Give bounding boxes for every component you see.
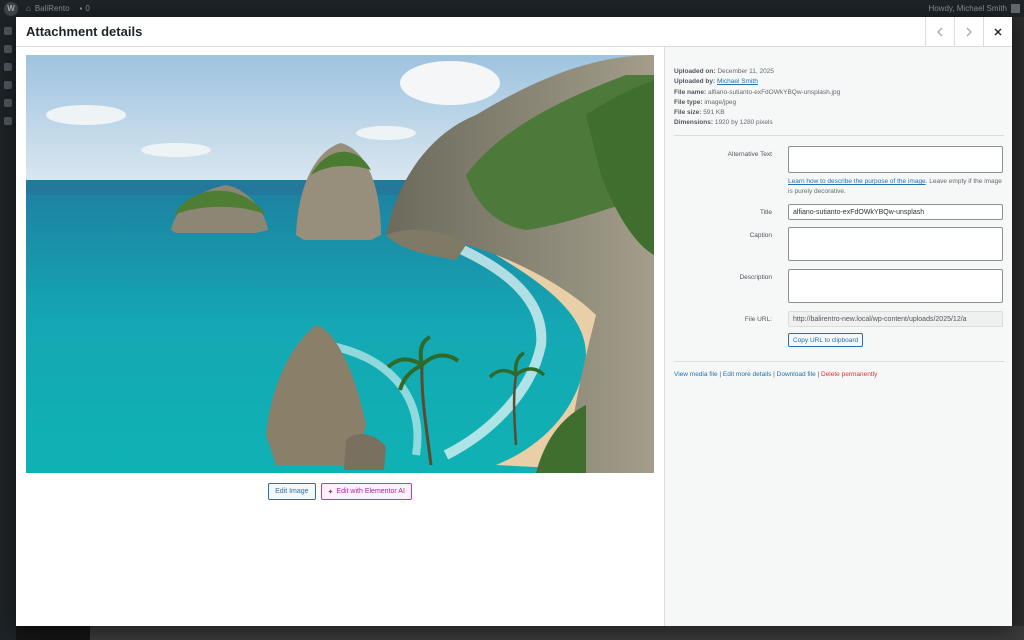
uploaded-on-label: Uploaded on: [674,68,716,75]
file-size-value: 591 KB [703,109,725,117]
image-preview-area: Edit Image ✦ Edit with Elementor AI [16,47,664,626]
file-size-label: File size: [674,109,702,117]
file-name-row: File name: alfiano-sutianto-exFdOWkYBQw-… [674,88,1004,98]
edit-ai-label: Edit with Elementor AI [336,488,405,495]
avatar [1011,4,1020,13]
file-type-value: image/jpeg [704,98,737,106]
dimensions-value: 1920 by 1280 pixels [714,119,773,127]
menu-icon[interactable] [4,81,12,89]
menu-icon[interactable] [4,45,12,53]
modal-header: Attachment details [16,17,1012,47]
attachment-image [26,55,654,473]
edit-more-details-link[interactable]: Edit more details [723,371,771,378]
menu-icon[interactable] [4,63,12,71]
title-label: Title [759,209,772,216]
home-icon: ⌂ [26,4,31,13]
uploader-link[interactable]: Michael Smith [717,78,758,85]
user-menu[interactable]: Howdy, Michael Smith [928,4,1020,13]
site-name-link[interactable]: ⌂ BaliRento [26,4,70,13]
image-actions: Edit Image ✦ Edit with Elementor AI [16,483,664,500]
file-name-value: alfiano-sutianto-exFdOWkYBQw-unsplash.jp… [707,88,841,96]
view-media-file-link[interactable]: View media file [674,371,718,378]
divider [674,361,1004,362]
admin-side-menu [0,17,16,640]
description-label: Description [739,274,772,281]
divider [674,135,1004,136]
uploaded-on-row: Uploaded on: December 11, 2025 [674,67,1004,77]
sparkle-icon: ✦ [327,488,334,496]
admin-bar: W ⌂ BaliRento ▪ 0 Howdy, Michael Smith [0,0,1024,17]
file-type-label: File type: [674,98,703,106]
comment-icon: ▪ [79,4,83,13]
uploaded-by-row: Uploaded by: Michael Smith [674,77,1004,87]
download-file-link[interactable]: Download file [777,371,816,378]
backdrop [16,626,90,640]
menu-icon[interactable] [4,99,12,107]
uploaded-on-value: December 11, 2025 [717,68,774,75]
previous-button[interactable] [925,17,954,47]
delete-permanently-link[interactable]: Delete permanently [821,371,877,378]
file-url-value: http://balirentro-new.local/wp-content/u… [793,315,967,323]
next-button[interactable] [954,17,983,47]
alt-text-field[interactable] [788,146,1003,173]
attachment-details-sidebar: Uploaded on: December 11, 2025 Uploaded … [664,47,1012,626]
howdy-text: Howdy, Michael Smith [928,4,1007,13]
file-size-row: File size: 591 KB [674,108,1004,118]
attachment-actions: View media file | Edit more details | Do… [674,371,877,378]
alt-text-help: Learn how to describe the purpose of the… [788,177,1003,197]
file-type-row: File type: image/jpeg [674,98,1004,108]
caption-textarea[interactable] [793,228,998,260]
wordpress-logo-icon[interactable]: W [4,1,18,16]
file-name-label: File name: [674,88,707,96]
comments-link[interactable]: ▪ 0 [80,4,90,13]
menu-icon[interactable] [4,117,12,125]
chevron-left-icon [937,27,943,37]
file-url-label: File URL: [744,316,772,323]
alt-text-textarea[interactable] [793,147,998,172]
caption-field[interactable] [788,227,1003,261]
description-textarea[interactable] [793,270,998,302]
comments-count: 0 [85,4,90,13]
chevron-right-icon [966,27,972,37]
caption-label: Caption [749,232,772,239]
menu-icon[interactable] [4,27,12,35]
close-icon [994,28,1002,36]
site-name: BaliRento [34,4,70,13]
alt-text-label: Alternative Text [727,151,772,158]
edit-image-button[interactable]: Edit Image [268,483,316,500]
alt-text-help-link[interactable]: Learn how to describe the purpose of the… [788,178,926,185]
dimensions-row: Dimensions: 1920 by 1280 pixels [674,118,1004,128]
close-button[interactable] [983,17,1012,47]
title-field[interactable]: alfiano-sutianto-exFdOWkYBQw-unsplash [788,204,1003,220]
file-info: Uploaded on: December 11, 2025 Uploaded … [674,67,1004,129]
uploaded-by-label: Uploaded by: [674,78,716,86]
dimensions-label: Dimensions: [674,119,714,127]
attachment-details-modal: Attachment details Edit Image ✦ Edit wit… [16,17,1012,626]
file-url-field[interactable]: http://balirentro-new.local/wp-content/u… [788,311,1003,327]
modal-title: Attachment details [26,24,143,39]
backdrop [90,626,1024,640]
description-field[interactable] [788,269,1003,303]
edit-with-elementor-ai-button[interactable]: ✦ Edit with Elementor AI [320,483,412,500]
copy-url-button[interactable]: Copy URL to clipboard [788,333,864,347]
title-value: alfiano-sutianto-exFdOWkYBQw-unsplash [793,208,925,216]
